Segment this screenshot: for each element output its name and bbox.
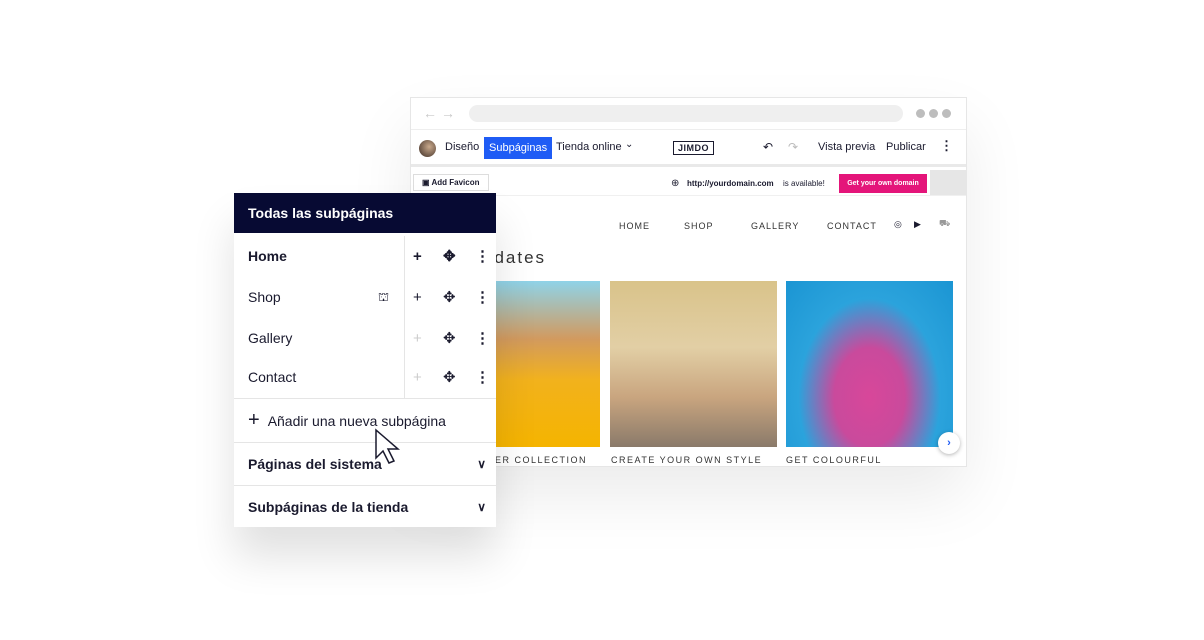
add-subpage-button[interactable]: + Añadir una nueva subpágina: [234, 398, 496, 441]
add-favicon-label: Add Favicon: [431, 178, 480, 187]
photo-pink[interactable]: [786, 281, 953, 447]
more-icon[interactable]: ⋮: [475, 236, 490, 277]
site-nav-home[interactable]: HOME: [619, 221, 650, 231]
panel-title: Todas las subpáginas: [234, 193, 496, 233]
page-label: Shop: [248, 289, 281, 305]
caption: ER COLLECTION: [495, 455, 588, 465]
store-icon: ⛫: [378, 290, 390, 304]
subpages-tab[interactable]: Subpáginas: [484, 137, 553, 159]
chevron-down-icon: ∨: [477, 457, 486, 471]
chevron-right-icon[interactable]: ›: [938, 432, 960, 454]
editor-toolbar: Diseño Subpáginas Tienda online ⌄ JIMDO …: [411, 130, 966, 167]
design-tab[interactable]: Diseño: [445, 141, 479, 153]
get-domain-button[interactable]: Get your own domain: [839, 174, 927, 193]
plus-icon: +: [248, 409, 260, 431]
avatar[interactable]: [419, 140, 436, 157]
chevron-down-icon: ∨: [477, 500, 486, 514]
store-tab[interactable]: Tienda online: [556, 141, 622, 153]
youtube-icon[interactable]: ▶: [914, 219, 921, 230]
instagram-icon[interactable]: ◎: [894, 219, 902, 230]
chevron-down-icon: ⌄: [625, 139, 634, 150]
menu-dot-icon[interactable]: [942, 109, 951, 118]
publish-button[interactable]: Publicar: [886, 141, 926, 153]
section-label: Subpáginas de la tienda: [248, 499, 409, 515]
add-icon[interactable]: +: [413, 236, 422, 277]
store-pages-section[interactable]: Subpáginas de la tienda ∨: [234, 485, 496, 528]
cart-icon[interactable]: ⛟: [939, 218, 950, 230]
page-label: Home: [248, 248, 287, 264]
site-nav-contact[interactable]: CONTACT: [827, 221, 877, 231]
globe-icon: ⊕: [671, 178, 680, 189]
move-icon[interactable]: ✥: [443, 277, 456, 318]
more-icon[interactable]: ⋮: [940, 138, 953, 154]
scroll-area: [930, 170, 966, 195]
site-nav-shop[interactable]: SHOP: [684, 221, 714, 231]
menu-dot-icon[interactable]: [916, 109, 925, 118]
move-icon[interactable]: ✥: [443, 318, 456, 359]
system-pages-section[interactable]: Páginas del sistema ∨: [234, 442, 496, 485]
more-icon[interactable]: ⋮: [475, 318, 490, 359]
page-item-contact[interactable]: Contact + ✥ ⋮: [234, 357, 496, 398]
page-item-home[interactable]: Home + ✥ ⋮: [234, 236, 496, 277]
back-icon[interactable]: ←: [423, 105, 437, 121]
page-label: Contact: [248, 369, 297, 385]
caption: CREATE YOUR OWN STYLE: [611, 455, 763, 465]
page-label: Gallery: [248, 330, 293, 346]
page-item-shop[interactable]: Shop ⛫ + ✥ ⋮: [234, 277, 496, 318]
move-icon[interactable]: ✥: [443, 357, 456, 398]
photo-blonde[interactable]: [610, 281, 777, 447]
add-icon[interactable]: +: [413, 357, 422, 398]
url-bar[interactable]: [469, 105, 903, 122]
move-icon[interactable]: ✥: [443, 236, 456, 277]
preview-button[interactable]: Vista previa: [818, 141, 875, 153]
page-actions: + ✥ ⋮: [404, 236, 496, 277]
available-text: is available!: [783, 179, 825, 188]
add-favicon-button[interactable]: ▣ Add Favicon: [413, 174, 489, 191]
menu-dot-icon[interactable]: [929, 109, 938, 118]
redo-icon[interactable]: ↷: [788, 140, 798, 154]
forward-icon[interactable]: →: [441, 105, 455, 121]
page-actions: + ✥ ⋮: [404, 357, 496, 398]
jimdo-logo: JIMDO: [673, 141, 715, 155]
add-icon[interactable]: +: [413, 318, 422, 359]
more-icon[interactable]: ⋮: [475, 357, 490, 398]
section-label: Páginas del sistema: [248, 456, 382, 472]
caption: GET COLOURFUL: [786, 455, 882, 465]
domain-text: http://yourdomain.com: [687, 179, 774, 188]
mouse-cursor-icon: [375, 428, 401, 464]
address-row: ← →: [411, 98, 966, 130]
add-icon[interactable]: +: [413, 277, 422, 318]
add-subpage-label: Añadir una nueva subpágina: [267, 413, 446, 429]
subpages-panel: Todas las subpáginas Home + ✥ ⋮ Shop ⛫ + ✥ ⋮…: [234, 193, 496, 527]
page-item-gallery[interactable]: Gallery + ✥ ⋮: [234, 318, 496, 359]
site-nav-gallery[interactable]: GALLERY: [751, 221, 799, 231]
undo-icon[interactable]: ↶: [763, 140, 773, 154]
page-actions: + ✥ ⋮: [404, 318, 496, 359]
page-actions: + ✥ ⋮: [404, 277, 496, 318]
more-icon[interactable]: ⋮: [475, 277, 490, 318]
